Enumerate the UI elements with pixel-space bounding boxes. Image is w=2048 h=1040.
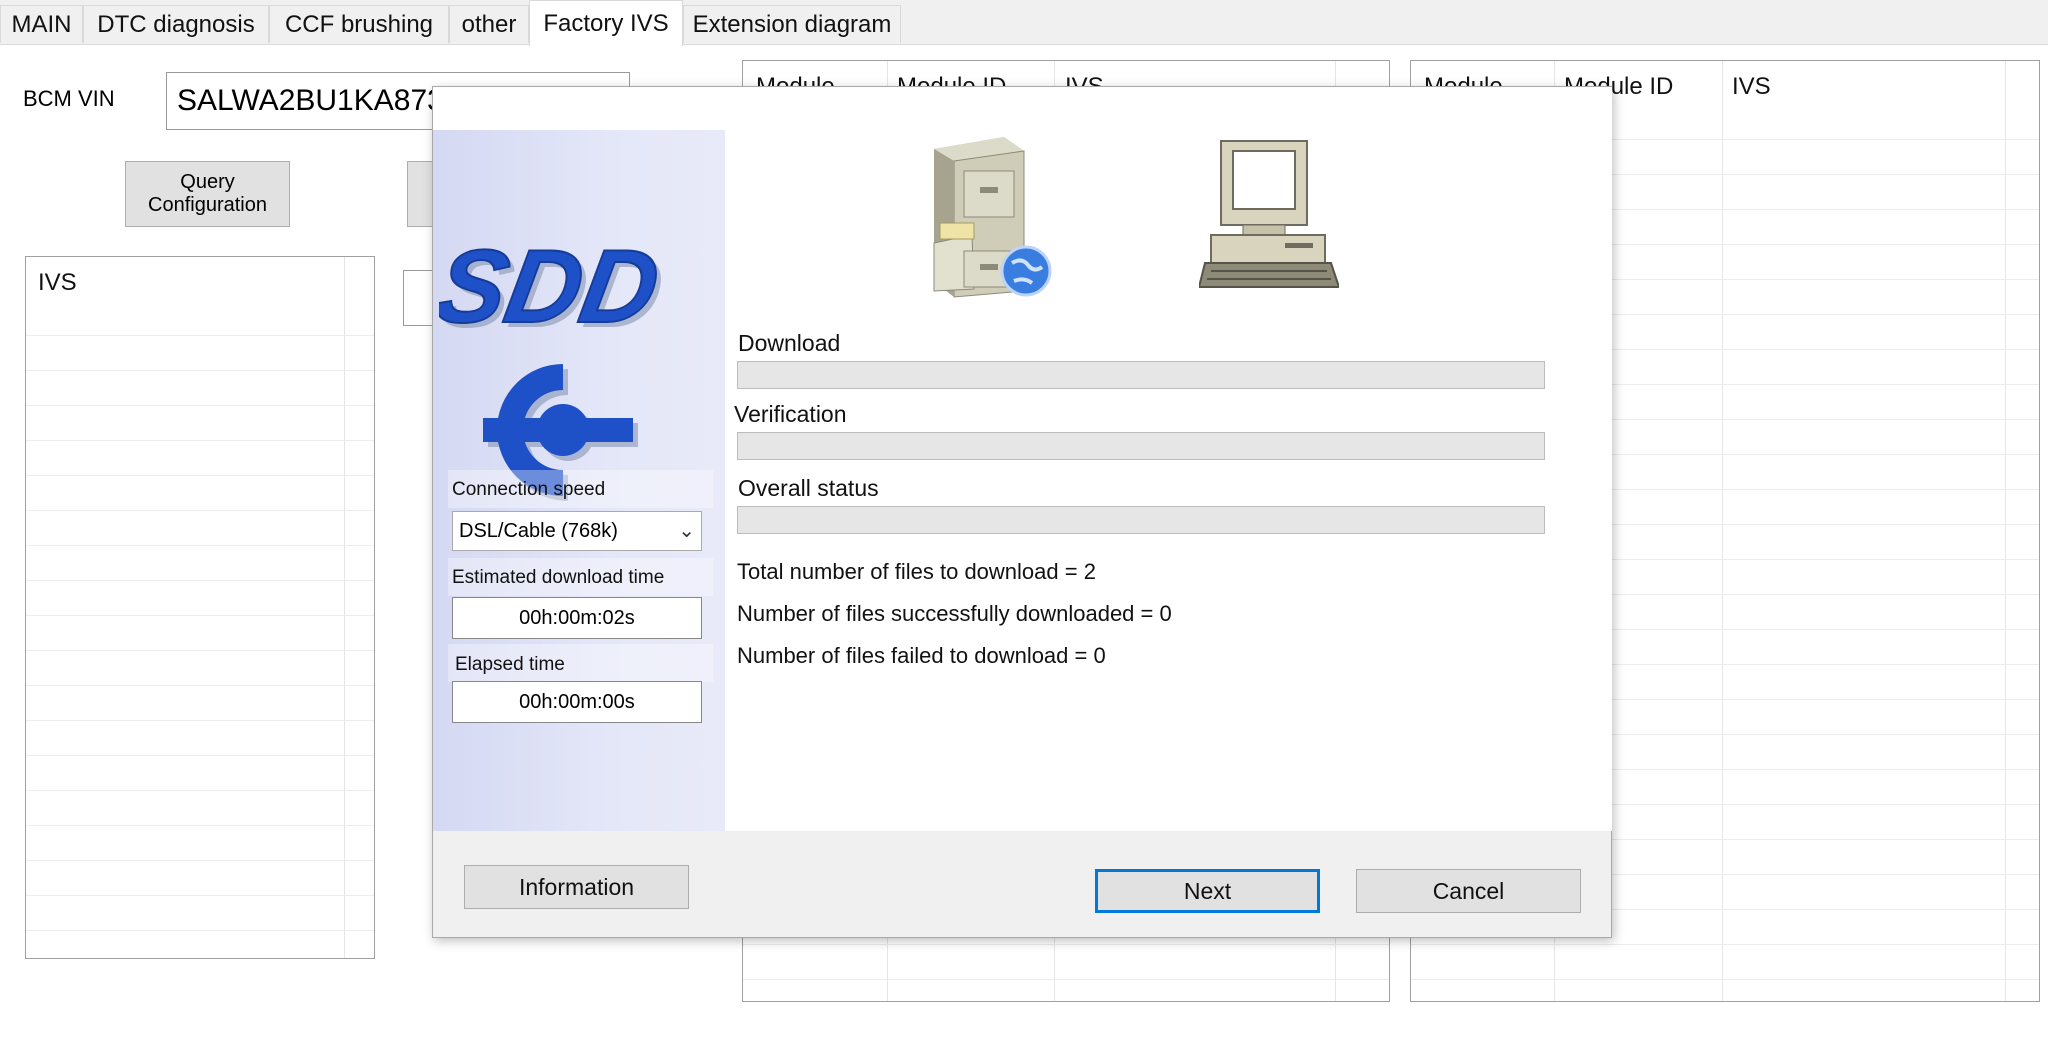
query-button-line2: Configuration	[148, 194, 267, 216]
ivs-list-row	[26, 825, 374, 826]
tab-strip: MAIN DTC diagnosis CCF brushing other Fa…	[0, 0, 2048, 46]
grid-right-divider	[2005, 61, 2006, 1001]
files-downloaded-text: Number of files successfully downloaded …	[737, 601, 1172, 626]
estimated-download-time-field: 00h:00m:02s	[452, 597, 702, 639]
tab-dtc-diagnosis[interactable]: DTC diagnosis	[83, 5, 269, 43]
dialog-top-strip	[433, 87, 725, 130]
ivs-list-row	[26, 440, 374, 441]
overall-status-label: Overall status	[738, 475, 879, 501]
elapsed-time-field: 00h:00m:00s	[452, 681, 702, 723]
cancel-button[interactable]: Cancel	[1356, 869, 1581, 913]
tab-ccf-brushing[interactable]: CCF brushing	[269, 5, 449, 43]
total-files-text: Total number of files to download = 2	[737, 559, 1096, 584]
grid-right-divider	[1722, 61, 1723, 1001]
ivs-list-row	[26, 545, 374, 546]
tab-extension-diagram[interactable]: Extension diagram	[683, 5, 901, 43]
ivs-list-header: IVS	[38, 269, 77, 296]
ivs-list-row	[26, 790, 374, 791]
elapsed-time-label: Elapsed time	[455, 654, 565, 675]
ivs-list-row	[26, 615, 374, 616]
verification-progress-bar	[737, 432, 1545, 460]
grid-right-row	[1411, 979, 2039, 980]
files-failed-text: Number of files failed to download = 0	[737, 643, 1106, 668]
query-button-line1: Query	[180, 171, 235, 193]
ivs-list-row	[26, 685, 374, 686]
next-button[interactable]: Next	[1095, 869, 1320, 913]
ivs-list-row	[26, 755, 374, 756]
query-configuration-button[interactable]: Query Configuration	[125, 161, 290, 227]
grid-right-header-ivs: IVS	[1732, 73, 1771, 100]
tab-other[interactable]: other	[449, 5, 529, 43]
ivs-list-row	[26, 405, 374, 406]
ivs-list-row	[26, 720, 374, 721]
ivs-list-row	[26, 580, 374, 581]
ivs-list-row	[26, 895, 374, 896]
bcm-vin-label: BCM VIN	[23, 86, 115, 111]
ivs-list[interactable]: IVS	[25, 256, 375, 959]
connection-speed-label: Connection speed	[452, 479, 606, 500]
computer-icon	[1199, 140, 1339, 288]
grid-middle-row	[743, 979, 1389, 980]
ivs-list-row	[26, 860, 374, 861]
estimated-download-time-label: Estimated download time	[452, 567, 665, 588]
ivs-list-divider	[344, 257, 345, 958]
ivs-list-row	[26, 930, 374, 931]
ivs-list-row	[26, 650, 374, 651]
sdd-logo-text: SDD	[439, 234, 667, 344]
chevron-down-icon: ⌄	[678, 520, 695, 542]
sdd-logo: SDD SDD	[439, 234, 672, 344]
tab-factory-ivs[interactable]: Factory IVS	[529, 0, 683, 46]
grid-right-row	[1411, 944, 2039, 945]
ivs-list-row	[26, 370, 374, 371]
download-dialog: SDD SDD Connection speed DSL/Cable (768k…	[432, 86, 1612, 938]
grid-middle-row	[743, 944, 1389, 945]
ivs-list-row	[26, 335, 374, 336]
ivs-list-row	[26, 475, 374, 476]
overall-status-progress-bar	[737, 506, 1545, 534]
dialog-side-panel: SDD SDD Connection speed DSL/Cable (768k…	[433, 130, 725, 831]
download-label: Download	[738, 330, 841, 356]
tab-main[interactable]: MAIN	[0, 5, 83, 43]
connection-speed-select[interactable]: DSL/Cable (768k) ⌄	[452, 511, 702, 551]
ivs-list-row	[26, 510, 374, 511]
verification-label: Verification	[734, 401, 847, 427]
download-progress-bar	[737, 361, 1545, 389]
connection-speed-value: DSL/Cable (768k)	[459, 520, 618, 542]
information-button[interactable]: Information	[464, 865, 689, 909]
file-cabinet-globe-icon	[933, 137, 1052, 298]
